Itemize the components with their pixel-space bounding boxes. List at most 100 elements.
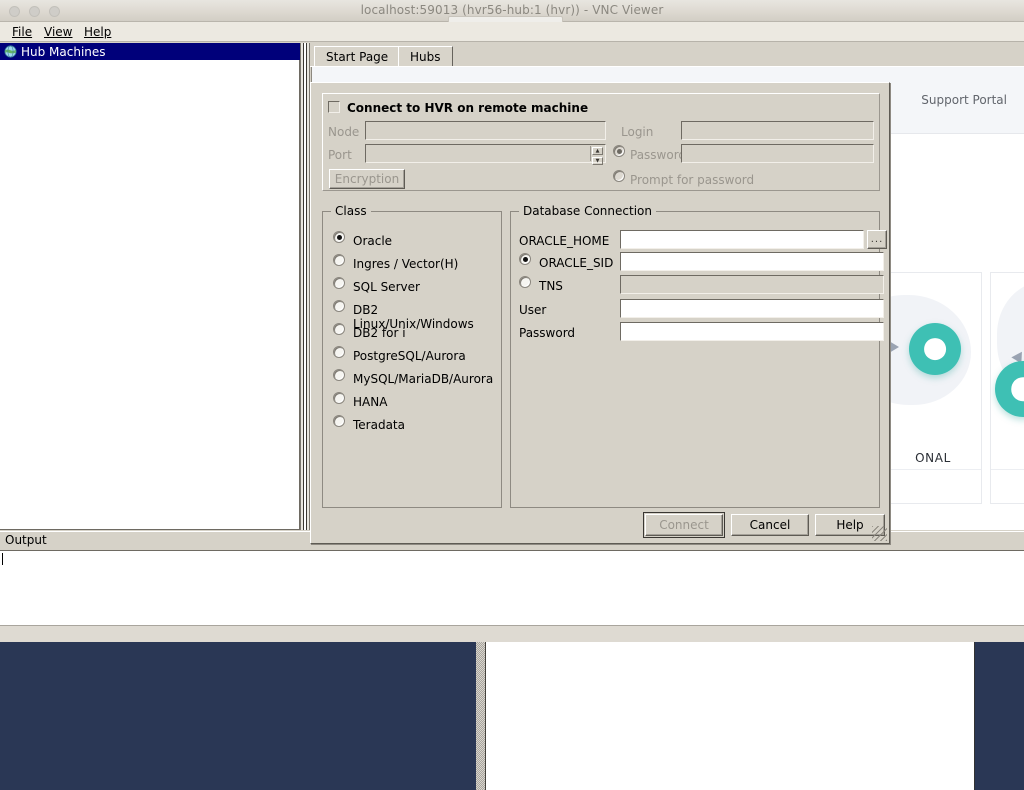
globe-icon: [4, 45, 17, 58]
feature-card-1-footer[interactable]: [885, 469, 981, 503]
hub-machines-tree-panel[interactable]: Hub Machines: [0, 43, 300, 530]
menu-bar: File View Help: [0, 22, 1024, 42]
class-radio-ingres-vector[interactable]: [333, 254, 345, 266]
port-input[interactable]: ▲ ▼: [365, 144, 606, 163]
tns-radio[interactable]: [519, 276, 531, 288]
db-user-label: User: [519, 303, 546, 317]
class-label-sql-server: SQL Server: [353, 280, 420, 294]
db-user-input[interactable]: [620, 299, 884, 318]
db-password-label: Password: [519, 326, 575, 340]
encryption-button-label: Encryption: [335, 172, 399, 186]
support-portal-link[interactable]: Support Portal: [921, 93, 1007, 107]
prompt-password-label: Prompt for password: [630, 173, 754, 187]
tns-label: TNS: [539, 279, 563, 293]
tab-start-page-label: Start Page: [326, 50, 388, 64]
menu-view-label: View: [44, 25, 72, 39]
tab-start-page[interactable]: Start Page: [314, 46, 400, 67]
class-radio-teradata[interactable]: [333, 415, 345, 427]
connect-remote-checkbox[interactable]: [328, 101, 340, 113]
class-radio-mysql-mariadb-aurora[interactable]: [333, 369, 345, 381]
vnc-title-bar: localhost:59013 (hvr56-hub:1 (hvr)) - VN…: [0, 0, 1024, 22]
oracle-home-input[interactable]: [620, 230, 864, 249]
feature-card-2[interactable]: MAN ▷ Vide: [990, 272, 1024, 504]
port-label: Port: [328, 148, 352, 162]
menu-help[interactable]: Help: [80, 25, 115, 39]
menu-help-label: Help: [84, 25, 111, 39]
remote-password-input[interactable]: [681, 144, 874, 163]
background-window-left: [0, 642, 476, 790]
window-title: localhost:59013 (hvr56-hub:1 (hvr)) - VN…: [0, 3, 1024, 17]
oracle-sid-radio[interactable]: [519, 253, 531, 265]
port-spinner[interactable]: ▲ ▼: [590, 146, 604, 161]
remote-machine-group: Connect to HVR on remote machine Node Po…: [322, 93, 880, 191]
class-radio-postgresql-aurora[interactable]: [333, 346, 345, 358]
oracle-sid-label: ORACLE_SID: [539, 256, 613, 270]
menu-file[interactable]: File: [8, 25, 36, 39]
oracle-sid-input[interactable]: [620, 252, 884, 271]
oracle-home-browse-label: ...: [871, 238, 884, 242]
menu-view[interactable]: View: [40, 25, 76, 39]
hvr-application: File View Help Hub Machines Start Page H…: [0, 22, 1024, 625]
output-pane-body[interactable]: [0, 550, 1024, 632]
prompt-password-radio[interactable]: [613, 170, 625, 182]
db-password-input[interactable]: [620, 322, 884, 341]
class-radio-sql-server[interactable]: [333, 277, 345, 289]
connect-button[interactable]: Connect: [645, 514, 723, 536]
oracle-home-browse-button[interactable]: ...: [867, 230, 887, 249]
port-spinner-up[interactable]: ▲: [592, 147, 603, 155]
class-label-mysql-mariadb-aurora: MySQL/MariaDB/Aurora: [353, 372, 493, 386]
encryption-button[interactable]: Encryption: [329, 169, 405, 189]
class-radio-db2-luw[interactable]: [333, 300, 345, 312]
login-label: Login: [621, 125, 653, 139]
feature-card-2-art: [991, 273, 1024, 433]
dialog-resize-grip[interactable]: [872, 526, 887, 541]
output-text-cursor: [2, 553, 3, 565]
connect-remote-label: Connect to HVR on remote machine: [347, 101, 588, 115]
oracle-home-label: ORACLE_HOME: [519, 234, 609, 248]
class-label-postgresql-aurora: PostgreSQL/Aurora: [353, 349, 466, 363]
help-button-label: Help: [836, 518, 863, 532]
panel-splitter[interactable]: [303, 43, 307, 530]
menu-file-label: File: [12, 25, 32, 39]
password-radio-label: Password: [630, 148, 686, 162]
feature-card-2-title: MAN: [991, 451, 1024, 465]
class-label-hana: HANA: [353, 395, 387, 409]
class-radio-hana[interactable]: [333, 392, 345, 404]
port-spinner-down[interactable]: ▼: [592, 157, 603, 165]
class-radio-oracle[interactable]: [333, 231, 345, 243]
class-label-oracle: Oracle: [353, 234, 392, 248]
cancel-button-label: Cancel: [750, 518, 791, 532]
background-window-scrollbar[interactable]: [476, 642, 486, 790]
tab-strip: Start Page Hubs: [310, 43, 1024, 67]
new-hub-connection-dialog: Connect to HVR on remote machine Node Po…: [310, 82, 890, 544]
desktop-background: [0, 625, 1024, 790]
sidebar-item-hub-machines[interactable]: Hub Machines: [0, 43, 300, 60]
class-label-teradata: Teradata: [353, 418, 405, 432]
node-input[interactable]: [365, 121, 606, 140]
node-label: Node: [328, 125, 359, 139]
sidebar-item-label: Hub Machines: [21, 45, 106, 59]
database-connection-title: Database Connection: [519, 204, 656, 218]
tab-hubs-label: Hubs: [410, 50, 441, 64]
database-connection-group: Database Connection ORACLE_HOME ... ORAC…: [510, 211, 880, 508]
class-radio-db2-for-i[interactable]: [333, 323, 345, 335]
donut-icon: [909, 323, 961, 375]
class-label-db2-for-i: DB2 for i: [353, 326, 406, 340]
tab-hubs[interactable]: Hubs: [398, 46, 453, 67]
class-label-ingres-vector: Ingres / Vector(H): [353, 257, 458, 271]
feature-card-2-footer[interactable]: ▷ Vide: [991, 469, 1024, 503]
feature-card-1-title: ONAL: [885, 451, 981, 465]
desktop-toolbar: [0, 625, 1024, 642]
feature-card-1-art: [885, 273, 981, 433]
feature-card-1[interactable]: ONAL: [884, 272, 982, 504]
connect-button-label: Connect: [659, 518, 709, 532]
cancel-button[interactable]: Cancel: [731, 514, 809, 536]
login-input[interactable]: [681, 121, 874, 140]
tns-input[interactable]: [620, 275, 884, 294]
class-group: Class Oracle Ingres / Vector(H) SQL Serv…: [322, 211, 502, 508]
password-radio[interactable]: [613, 145, 625, 157]
class-group-title: Class: [331, 204, 371, 218]
donut-icon: [995, 361, 1024, 417]
triangle-icon: [889, 341, 899, 353]
background-window-right: [974, 642, 1024, 790]
